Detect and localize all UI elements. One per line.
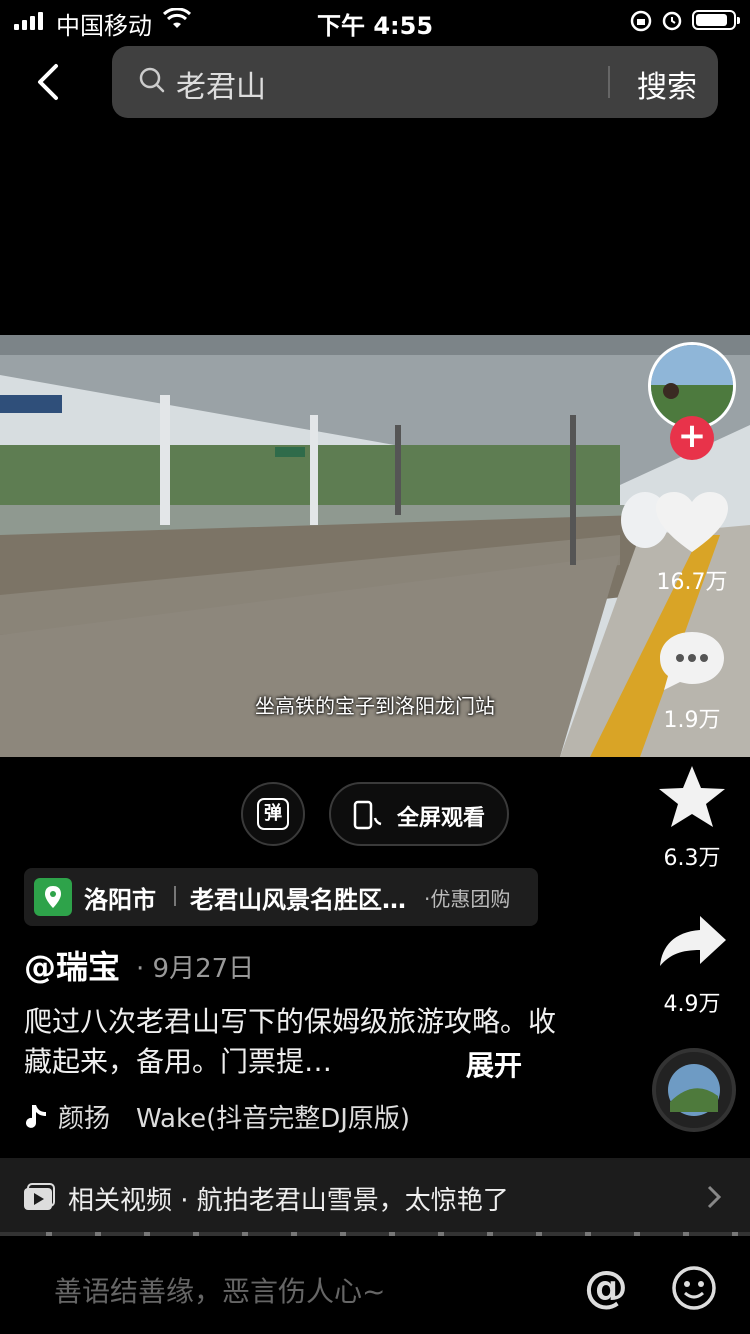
- heart-icon[interactable]: [650, 490, 734, 556]
- emoji-icon[interactable]: [670, 1264, 718, 1312]
- search-input[interactable]: 老君山: [176, 62, 266, 106]
- related-video-text: 相关视频 · 航拍老君山雪景，太惊艳了: [68, 1186, 509, 1216]
- location-tag[interactable]: 洛阳市 老君山风景名胜区… ·优惠团购: [24, 868, 538, 926]
- expand-button[interactable]: 展开: [466, 1044, 522, 1084]
- progress-segment: [438, 1232, 444, 1236]
- status-bar: 中国移动 下午 4:55: [0, 0, 750, 40]
- like-count: 16.7万: [656, 570, 728, 595]
- star-icon[interactable]: [650, 764, 734, 830]
- music-note-icon: [26, 1104, 46, 1128]
- location-deal: ·优惠团购: [424, 887, 511, 911]
- video-icon: [24, 1183, 55, 1210]
- progress-segment: [144, 1232, 150, 1236]
- music-cover-image: [668, 1064, 720, 1116]
- music-info[interactable]: 颜扬 Wake(抖音完整DJ原版): [24, 1098, 410, 1135]
- danmaku-button[interactable]: 弹: [241, 782, 305, 846]
- video-progress-bar[interactable]: [0, 1232, 750, 1236]
- alarm-icon: [662, 11, 682, 31]
- progress-segment: [585, 1232, 591, 1236]
- fullscreen-label: 全屏观看: [397, 806, 486, 831]
- share-count: 4.9万: [663, 992, 721, 1017]
- progress-segment: [389, 1232, 395, 1236]
- progress-segment: [634, 1232, 640, 1236]
- location-separator: [174, 886, 176, 906]
- progress-segment: [291, 1232, 297, 1236]
- chevron-right-icon: [707, 1185, 722, 1209]
- follow-button[interactable]: +: [670, 416, 714, 460]
- danmaku-icon: 弹: [257, 798, 289, 830]
- rotation-lock-icon: [630, 10, 652, 32]
- at-icon[interactable]: @: [584, 1262, 628, 1313]
- post-date: · 9月27日: [136, 954, 255, 984]
- map-pin-icon: [34, 878, 72, 916]
- comment-count: 1.9万: [663, 708, 721, 733]
- progress-segment: [683, 1232, 689, 1236]
- search-divider: [608, 66, 610, 98]
- battery-icon: [692, 10, 740, 30]
- comment-input[interactable]: 善语结善缘，恶言伤人心~: [54, 1270, 385, 1310]
- fullscreen-button[interactable]: 全屏观看: [329, 782, 509, 846]
- avatar-image: [651, 345, 733, 427]
- progress-segment: [46, 1232, 52, 1236]
- video-subtitle: 坐高铁的宝子到洛阳龙门站: [255, 694, 495, 718]
- search-button[interactable]: 搜索: [622, 62, 712, 106]
- comment-icon[interactable]: [650, 628, 734, 694]
- progress-segment: [340, 1232, 346, 1236]
- search-bar[interactable]: 老君山 搜索: [112, 46, 718, 118]
- fullscreen-icon: [353, 800, 382, 830]
- progress-segment: [193, 1232, 199, 1236]
- progress-segment: [242, 1232, 248, 1236]
- music-title: 颜扬 Wake(抖音完整DJ原版): [58, 1104, 411, 1134]
- related-video-bar[interactable]: 相关视频 · 航拍老君山雪景，太惊艳了: [0, 1158, 750, 1234]
- favorite-count: 6.3万: [663, 846, 721, 871]
- author-name[interactable]: @瑞宝: [24, 942, 120, 988]
- progress-segment: [95, 1232, 101, 1236]
- back-icon[interactable]: [24, 58, 72, 106]
- location-place: 老君山风景名胜区…: [190, 886, 406, 914]
- search-icon: [139, 67, 165, 93]
- progress-segment: [732, 1232, 738, 1236]
- location-city: 洛阳市: [84, 886, 156, 914]
- progress-segment: [487, 1232, 493, 1236]
- share-icon[interactable]: [650, 910, 734, 976]
- music-disc[interactable]: [652, 1048, 736, 1132]
- progress-segment: [536, 1232, 542, 1236]
